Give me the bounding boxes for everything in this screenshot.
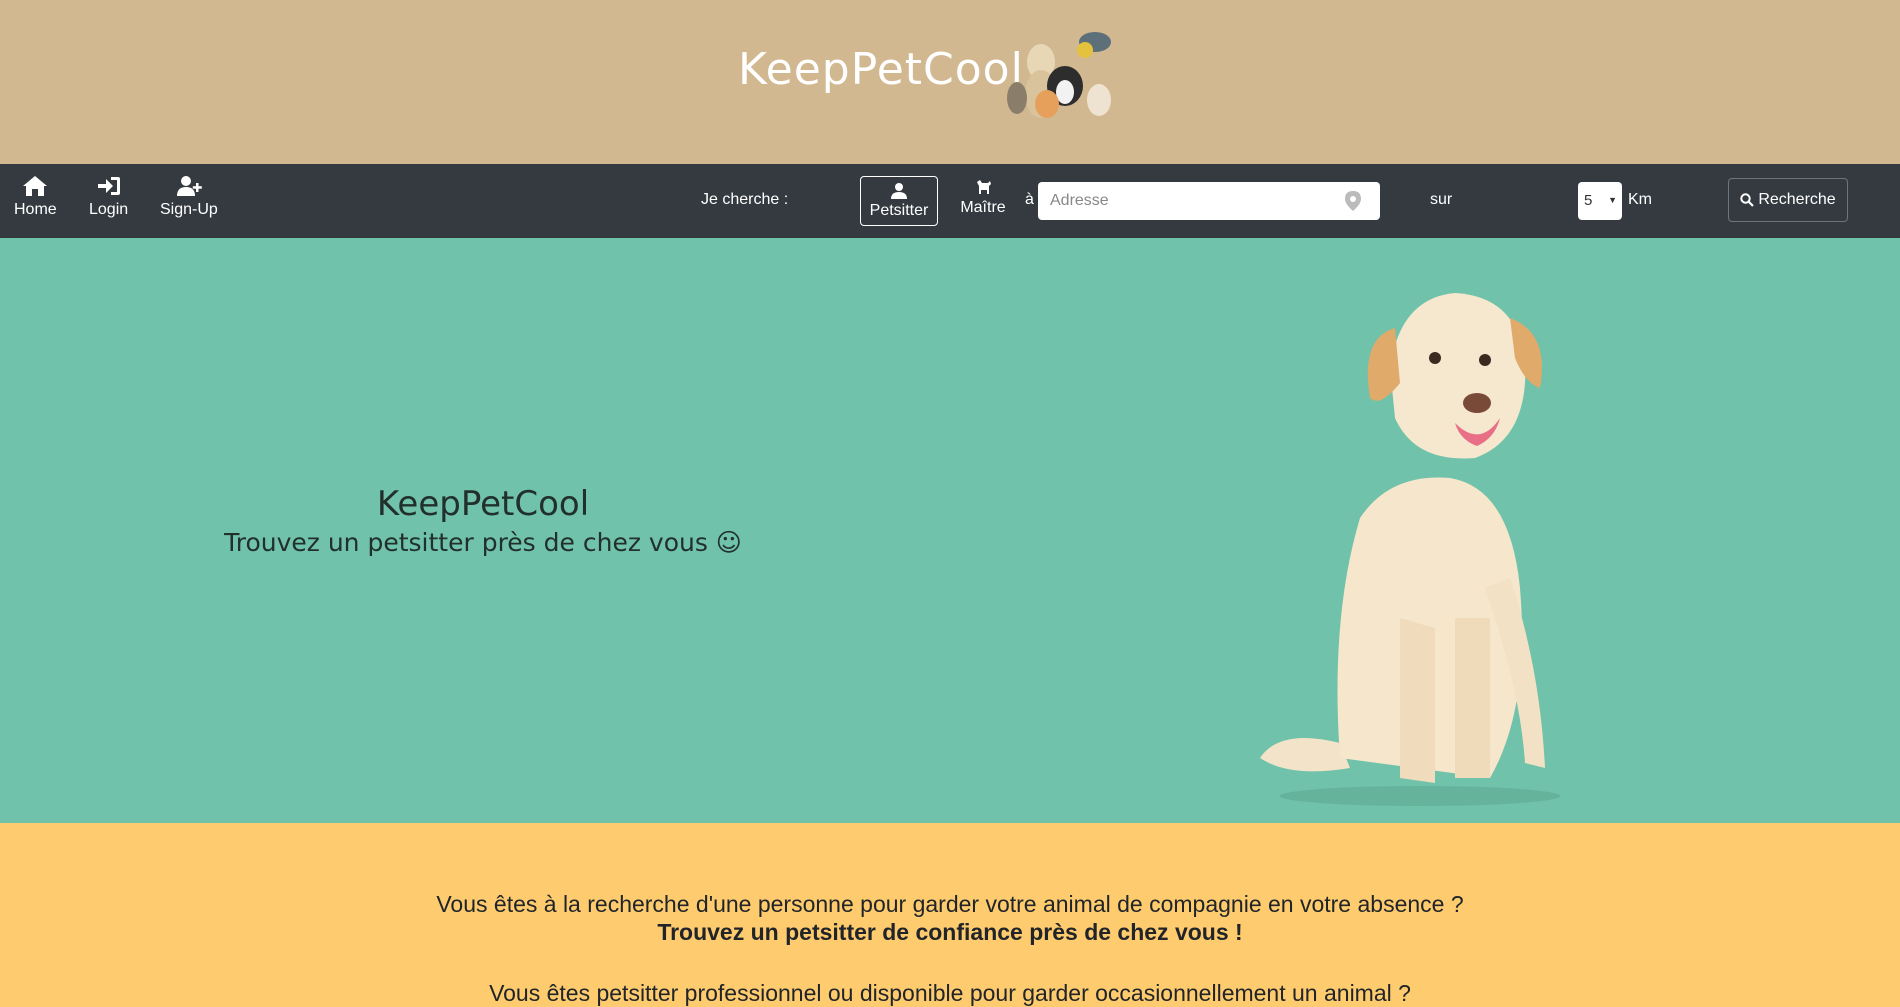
maitre-option-button[interactable]: Maître	[958, 178, 1008, 217]
search-button[interactable]: Recherche	[1728, 178, 1848, 222]
home-icon	[23, 176, 48, 196]
address-input[interactable]	[1038, 182, 1380, 220]
km-unit-label: Km	[1628, 191, 1652, 208]
user-plus-icon	[176, 176, 202, 196]
site-header: KeepPetCool	[0, 0, 1900, 164]
chevron-down-icon: ▼	[1608, 195, 1617, 205]
map-marker-icon	[1345, 191, 1361, 211]
nav-login[interactable]: Login	[89, 174, 128, 219]
hero-section: KeepPetCool Trouvez un petsitter près de…	[0, 238, 1900, 823]
petsitter-label: Petsitter	[869, 202, 929, 219]
sur-label: sur	[1430, 191, 1453, 208]
brand-logo-text[interactable]: KeepPetCool	[738, 44, 1024, 95]
distance-value: 5	[1584, 192, 1593, 209]
info-section: Vous êtes à la recherche d'une personne …	[0, 823, 1900, 1006]
nav-signup[interactable]: Sign-Up	[160, 174, 218, 219]
dog-icon	[977, 180, 991, 194]
nav-home-label: Home	[14, 201, 57, 218]
petsitter-option-button[interactable]: Petsitter	[860, 176, 938, 226]
search-button-label: Recherche	[1758, 191, 1836, 208]
hero-subtitle: Trouvez un petsitter près de chez vous ☺	[224, 528, 742, 557]
maitre-label: Maître	[960, 199, 1006, 216]
navbar: Home Login Sign-Up Je cherche : Petsitte…	[0, 164, 1900, 238]
nav-home[interactable]: Home	[14, 174, 57, 219]
nav-signup-label: Sign-Up	[160, 201, 218, 218]
search-label: Je cherche :	[701, 191, 789, 208]
dog-image	[1260, 293, 1560, 806]
search-icon	[1740, 193, 1755, 207]
hero-title: KeepPetCool	[376, 484, 590, 524]
distance-select[interactable]: 5 ▼	[1578, 182, 1622, 220]
nav-login-label: Login	[89, 201, 129, 218]
user-icon	[891, 183, 907, 199]
info-line-1: Vous êtes à la recherche d'une personne …	[436, 891, 1464, 917]
sign-in-icon	[97, 177, 120, 195]
a-label: à	[1025, 191, 1034, 208]
pets-group-image	[1007, 32, 1111, 118]
info-line-2: Trouvez un petsitter de confiance près d…	[657, 919, 1243, 945]
info-line-3: Vous êtes petsitter professionnel ou dis…	[489, 980, 1411, 1006]
